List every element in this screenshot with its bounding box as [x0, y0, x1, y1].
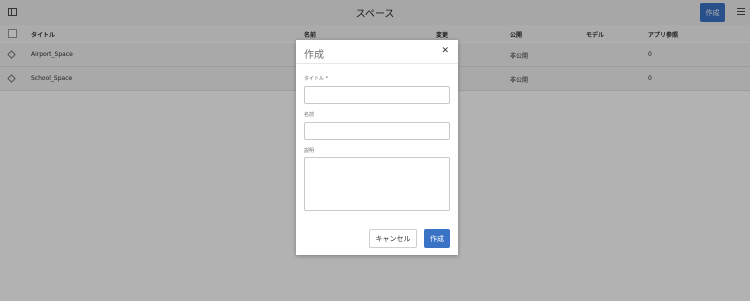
- title-input[interactable]: [304, 86, 450, 104]
- description-field-label: 説明: [304, 148, 315, 154]
- description-textarea[interactable]: [304, 157, 450, 211]
- name-field-label: 名前: [304, 112, 315, 118]
- name-input[interactable]: [304, 122, 450, 140]
- close-icon[interactable]: ✕: [441, 46, 449, 56]
- confirm-create-button[interactable]: 作成: [424, 229, 450, 248]
- create-dialog: 作成 ✕ タイトル * 名前 説明 キャンセル 作成: [296, 40, 458, 255]
- dialog-title: 作成: [304, 50, 324, 61]
- dialog-divider: [296, 63, 458, 64]
- cancel-button[interactable]: キャンセル: [369, 229, 417, 248]
- title-field-label: タイトル *: [304, 76, 329, 82]
